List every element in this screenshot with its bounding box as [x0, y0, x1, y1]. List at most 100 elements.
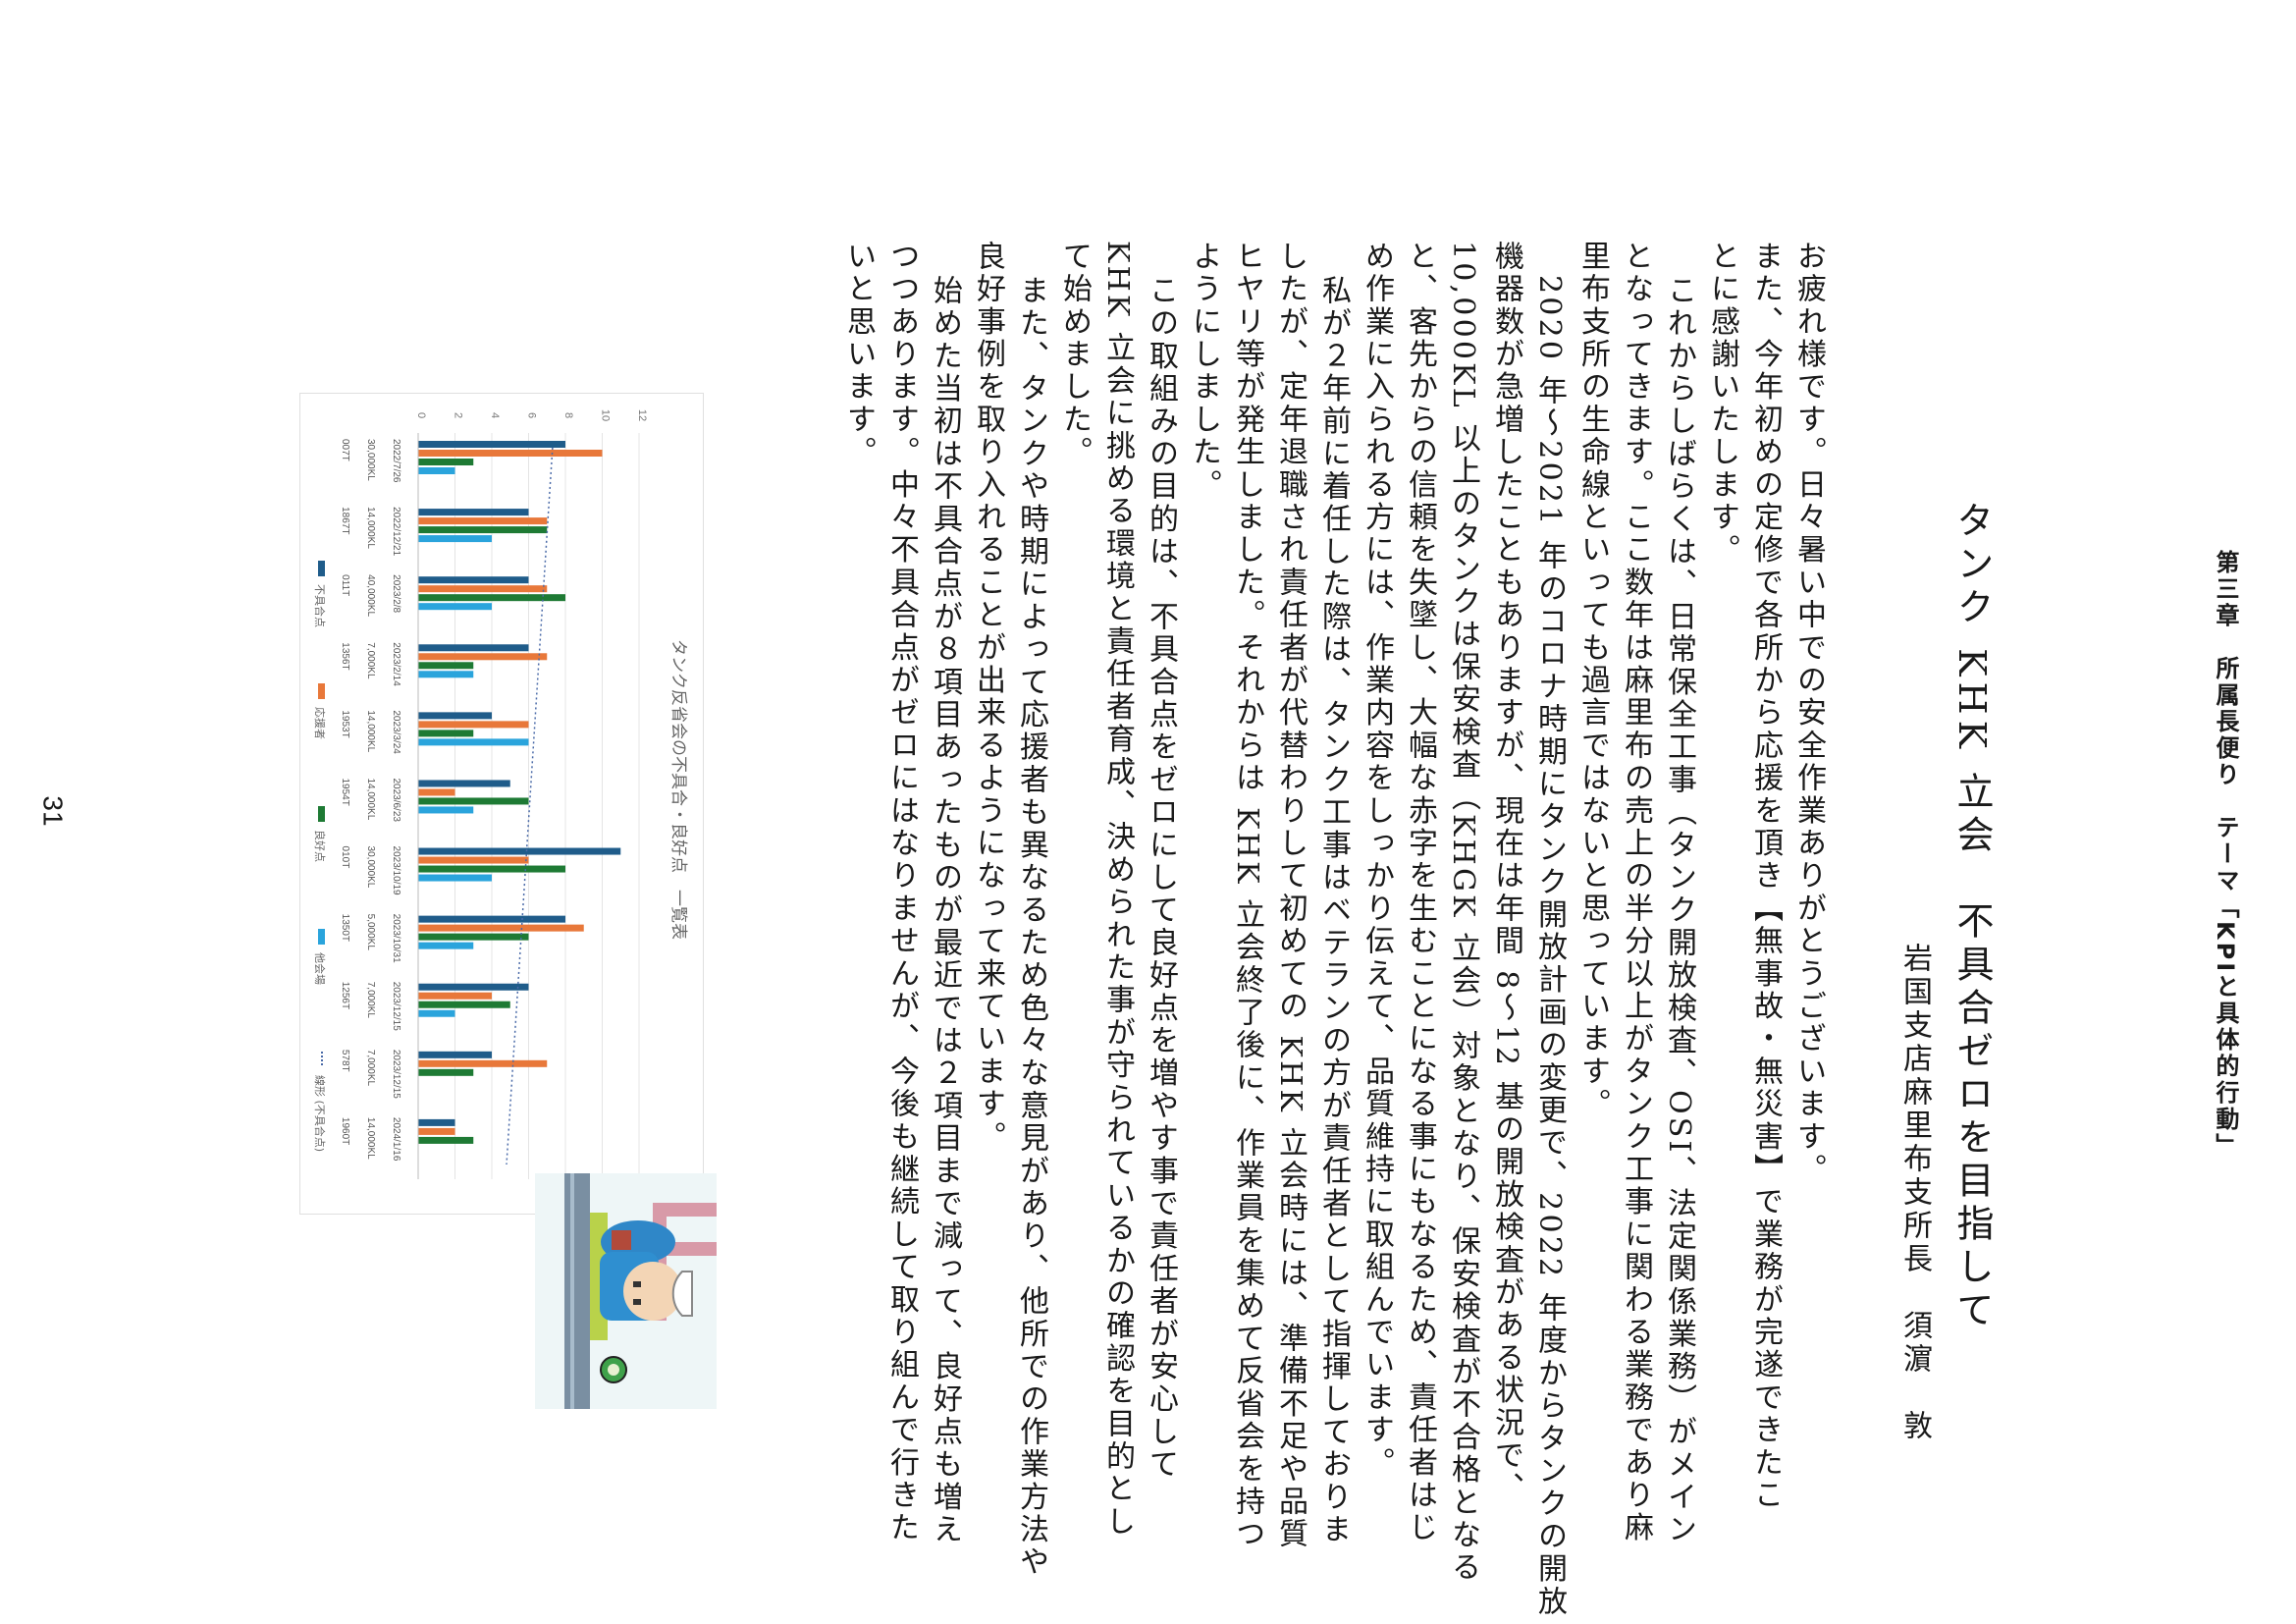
body-line: また、今年初めの定修で各所から応援を頂き【無事故・無災害】で業務が完遂できたこ: [1748, 241, 1783, 1512]
worker-inspecting-pipe-icon: [535, 1173, 717, 1409]
bar: [418, 671, 474, 678]
y-tick-label: 2: [453, 412, 464, 418]
bar: [418, 1059, 548, 1067]
bar: [418, 441, 565, 448]
bar: [418, 653, 548, 661]
bar: [418, 535, 492, 543]
legend-swatch: [318, 561, 325, 576]
bar: [418, 644, 529, 652]
bar: [418, 459, 474, 465]
body-line: 10,000KL 以上のタンクは保安検査（KHGK 立会）対象となり、保安検査が…: [1446, 241, 1480, 1585]
y-tick-label: 8: [562, 412, 574, 418]
page-header: 第三章 所属長便り テーマ「KPIと具体的行動」: [2212, 550, 2239, 1161]
y-tick-label: 12: [636, 409, 648, 421]
bar: [418, 1001, 510, 1008]
bar: [418, 1136, 474, 1144]
bar: [418, 1068, 474, 1076]
body-line: て始めました。: [1057, 241, 1092, 469]
body-line: と、客先からの信頼を失墜し、大幅な赤字を生むことになる事にもなるため、責任者はじ: [1403, 241, 1437, 1544]
legend-label: 不具合点: [313, 584, 327, 627]
category-label: 1867T: [340, 507, 350, 534]
body-line: 始めた当初は不具合点が８項目あったものが最近では２項目まで減って、良好点も増え: [928, 275, 962, 1546]
bar: [418, 1009, 455, 1017]
category-label: 011T: [340, 574, 350, 596]
worker-illustration: [535, 1173, 717, 1409]
category-label: 2023/12/15: [391, 1050, 401, 1099]
body-line: KHK 立会に挑める環境と責任者育成、決められた事が守られているかの確認を目的と…: [1100, 241, 1135, 1539]
bar: [418, 467, 455, 474]
legend-swatch: [318, 929, 325, 945]
y-tick-label: 0: [415, 412, 427, 418]
bar: [418, 526, 548, 534]
bar: [418, 450, 603, 457]
legend-swatch: [318, 683, 325, 699]
bar: [418, 856, 529, 864]
category-label: 30,000KL: [365, 439, 376, 481]
page-number: 31: [37, 795, 69, 827]
chart-title: タンク反省会の不具合・良好点 一覧表: [668, 639, 688, 940]
legend-swatch: [318, 806, 325, 822]
bar: [418, 874, 492, 882]
bar: [418, 1051, 492, 1058]
body-line: め作業に入られる方には、作業内容をしっかり伝えて、品質維持に取組んでいます。: [1360, 241, 1394, 1480]
bar: [418, 797, 529, 805]
bar: [418, 509, 529, 516]
category-label: 010T: [340, 846, 350, 869]
body-line: これからしばらくは、日常保全工事（タンク開放検査、OSI、法定関係業務）がメイン: [1662, 275, 1696, 1546]
category-label: 7,000KL: [365, 642, 376, 679]
bar: [418, 788, 455, 796]
bar: [418, 847, 621, 855]
category-label: 2023/6/23: [391, 778, 401, 822]
bar: [418, 1127, 455, 1135]
body-line: ようにしました。: [1187, 241, 1221, 502]
bar: [418, 983, 529, 991]
category-label: 2023/12/15: [391, 982, 401, 1031]
bar: [418, 942, 474, 949]
body-line: となってきます。ここ数年は麻里布の売上の半分以上がタンク工事に関わる業務であり麻: [1619, 241, 1653, 1544]
category-label: 14,000KL: [365, 507, 376, 549]
bar: [418, 721, 529, 729]
bar: [418, 865, 565, 873]
category-label: 7,000KL: [365, 982, 376, 1019]
category-label: 2023/2/14: [391, 642, 401, 686]
bar: [418, 1118, 455, 1126]
trendline: [506, 447, 554, 1165]
body-line: ヒヤリ等が発生しました。それからは KHK 立会終了後に、作業員を集めて反省会を…: [1230, 241, 1264, 1551]
y-tick-label: 10: [600, 409, 612, 421]
category-label: 2023/10/19: [391, 846, 401, 895]
category-label: 14,000KL: [365, 778, 376, 820]
body-line: 機器数が急増したこともありますが、現在は年間 8〜12 基の開放検査がある状況で…: [1489, 241, 1523, 1505]
bar: [418, 585, 548, 593]
bar: [418, 738, 529, 746]
category-label: 2022/12/21: [391, 507, 401, 556]
body-line: したが、定年退職され責任者が代替わりして初めての KHK 立会時には、準備不足や…: [1273, 241, 1308, 1551]
body-line: 2020 年〜2021 年のコロナ時期にタンク開放計画の変更で、2022 年度か…: [1532, 275, 1567, 1619]
category-label: 1960T: [340, 1117, 350, 1145]
category-label: 2023/3/24: [391, 710, 401, 754]
category-label: 578T: [340, 1050, 350, 1072]
y-tick-label: 6: [526, 412, 538, 418]
body-line: 良好事例を取り入れることが出来るようになって来ています。: [971, 241, 1005, 1154]
article-author: 岩国支店麻里布支所長 須濵 敦: [1897, 943, 1932, 1443]
bar: [418, 712, 492, 720]
legend-label: 良好点: [313, 830, 327, 862]
category-label: 007T: [340, 439, 350, 461]
y-tick-label: 4: [489, 412, 501, 418]
category-label: 2022/7/26: [391, 439, 401, 483]
bar: [418, 517, 548, 525]
body-line: 私が２年前に着任した際は、タンク工事はベテランの方が責任者として指揮しておりま: [1316, 275, 1351, 1546]
legend-label: 他会場: [313, 952, 326, 985]
body-line: お疲れ様です。日々暑い中での安全作業ありがとうございます。: [1791, 241, 1826, 1186]
bar: [418, 730, 474, 737]
bar: [418, 933, 529, 941]
article-title: タンク KHK 立会 不具合ゼロを目指して: [1950, 501, 1994, 1334]
category-label: 1256T: [340, 982, 350, 1009]
kpi-bar-chart: 0 2 4 6 8 10 12 2022/7/26 30,000KL 007T 2022/12/21…: [299, 393, 704, 1215]
body-line: 里布支所の生命線といっても過言ではないと思っています。: [1575, 241, 1610, 1121]
category-label: 40,000KL: [365, 574, 376, 617]
bar: [418, 992, 492, 1000]
category-label: 2024/1/16: [391, 1117, 401, 1162]
bar: [418, 662, 474, 670]
body-line: また、タンクや時期によって応援者も異なるため色々な意見があり、他所での作業方法や: [1014, 275, 1048, 1579]
body-line: この取組みの目的は、不具合点をゼロにして良好点を増やす事で責任者が安心して: [1144, 275, 1178, 1482]
